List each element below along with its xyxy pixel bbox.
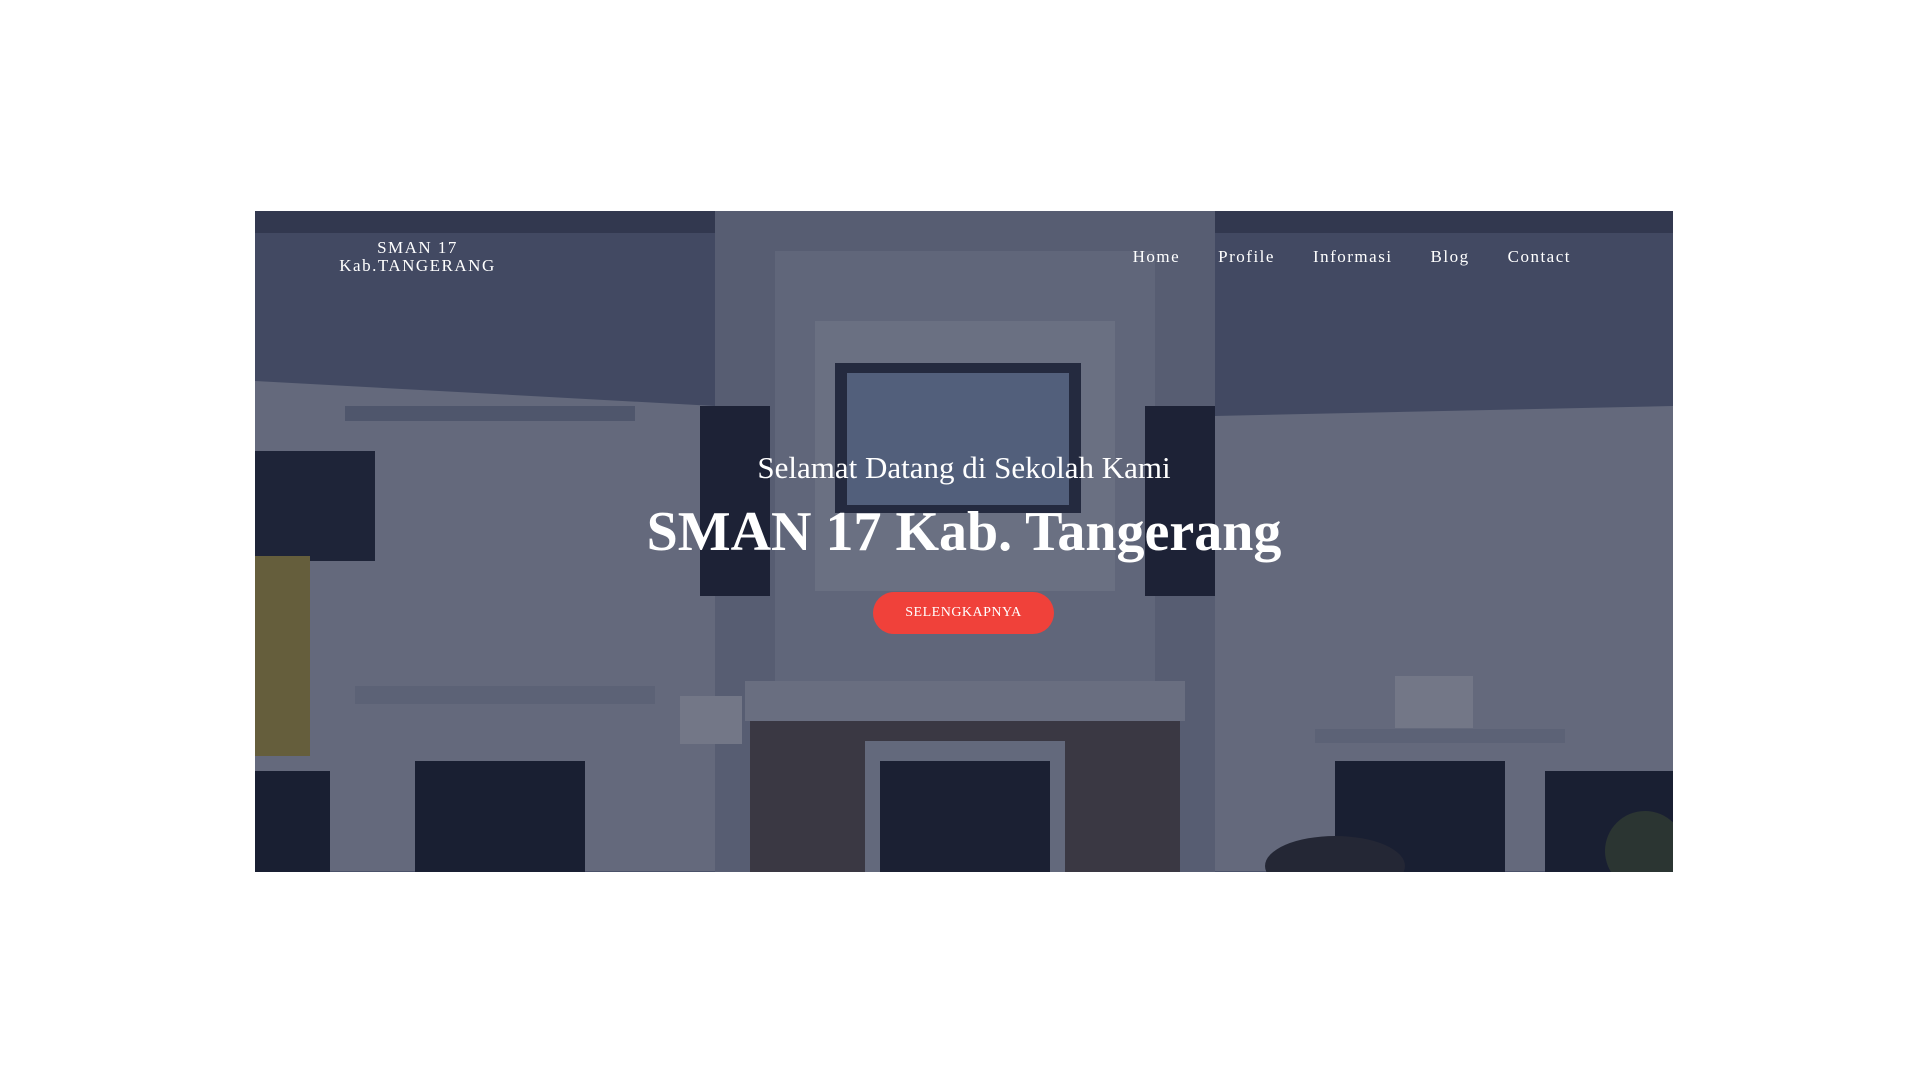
hero-subtitle: Selamat Datang di Sekolah Kami bbox=[757, 450, 1171, 485]
selengkapnya-button[interactable]: SELENGKAPNYA bbox=[873, 592, 1054, 634]
hero-section: SMAN 17 Kab.TANGERANG Home Profile Infor… bbox=[255, 211, 1673, 872]
hero-title: SMAN 17 Kab. Tangerang bbox=[646, 501, 1282, 563]
hero-content: Selamat Datang di Sekolah Kami SMAN 17 K… bbox=[255, 211, 1673, 872]
